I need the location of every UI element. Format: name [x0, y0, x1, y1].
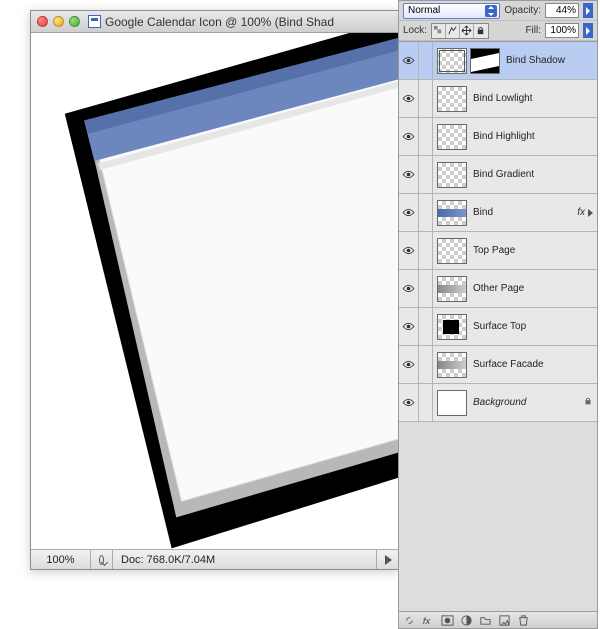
window-titlebar[interactable]: Google Calendar Icon @ 100% (Bind Shad: [31, 11, 399, 33]
layer-name[interactable]: Bind Highlight: [473, 131, 593, 142]
lock-position-icon[interactable]: [460, 24, 474, 38]
status-bar: 100% Doc: 768.0K/7.04M: [31, 549, 399, 569]
canvas[interactable]: [31, 33, 399, 549]
layer-name[interactable]: Bind Shadow: [506, 55, 593, 66]
layer-name[interactable]: Surface Top: [473, 321, 593, 332]
layer-style-icon[interactable]: fx: [422, 614, 435, 627]
doc-size[interactable]: Doc: 768.0K/7.04M: [113, 550, 377, 569]
link-column[interactable]: [419, 346, 433, 383]
lock-row: Lock: Fill: 100%: [399, 21, 597, 41]
zoom-level[interactable]: 100%: [31, 550, 91, 569]
adjustment-layer-icon[interactable]: [460, 614, 473, 627]
lock-icon: [583, 396, 593, 409]
link-column[interactable]: [419, 156, 433, 193]
traffic-lights: [37, 16, 80, 27]
visibility-toggle[interactable]: [399, 194, 419, 231]
svg-text:fx: fx: [423, 616, 431, 626]
layer-name[interactable]: Background: [473, 397, 583, 408]
layer-thumb[interactable]: [437, 314, 467, 340]
layer-thumb[interactable]: [437, 48, 467, 74]
window-title: Google Calendar Icon @ 100% (Bind Shad: [105, 15, 334, 29]
layer-row[interactable]: Bind Lowlight: [399, 80, 597, 118]
new-layer-icon[interactable]: [498, 614, 511, 627]
visibility-toggle[interactable]: [399, 42, 419, 79]
lock-button-group: [431, 23, 489, 39]
link-column[interactable]: [419, 232, 433, 269]
visibility-toggle[interactable]: [399, 270, 419, 307]
dropdown-arrows-icon: [485, 5, 497, 17]
link-column[interactable]: [419, 194, 433, 231]
layer-name[interactable]: Top Page: [473, 245, 593, 256]
group-icon[interactable]: [479, 614, 492, 627]
blend-row: Normal Opacity: 44%: [399, 1, 597, 21]
document-window: Google Calendar Icon @ 100% (Bind Shad 1…: [30, 10, 400, 570]
opacity-label: Opacity:: [504, 5, 541, 16]
layer-row[interactable]: Surface Top: [399, 308, 597, 346]
opacity-input[interactable]: 44%: [545, 3, 579, 18]
layers-panel-footer: fx: [399, 611, 597, 628]
layer-row[interactable]: Bind Shadow: [399, 42, 597, 80]
layer-mask-thumb[interactable]: [470, 48, 500, 74]
lock-pixels-icon[interactable]: [446, 24, 460, 38]
lock-all-icon[interactable]: [474, 24, 488, 38]
layers-list[interactable]: Bind Shadow Bind Lowlight Bind Highlight Bi…: [399, 41, 597, 611]
link-column[interactable]: [419, 80, 433, 117]
visibility-toggle[interactable]: [399, 80, 419, 117]
layer-name[interactable]: Bind Gradient: [473, 169, 593, 180]
layer-thumb[interactable]: [437, 86, 467, 112]
layer-thumb[interactable]: [437, 276, 467, 302]
layers-panel: Normal Opacity: 44% Lock: Fill: 100% Bin…: [398, 0, 598, 629]
lock-label: Lock:: [403, 25, 427, 36]
layer-thumb[interactable]: [437, 162, 467, 188]
layer-row[interactable]: Bindfx: [399, 194, 597, 232]
close-icon[interactable]: [37, 16, 48, 27]
visibility-toggle[interactable]: [399, 156, 419, 193]
chevron-right-icon[interactable]: [588, 209, 593, 217]
opacity-flyout-icon[interactable]: [583, 3, 593, 18]
lock-transparency-icon[interactable]: [432, 24, 446, 38]
layer-name[interactable]: Bind Lowlight: [473, 93, 593, 104]
visibility-toggle[interactable]: [399, 308, 419, 345]
layer-thumb[interactable]: [437, 124, 467, 150]
layer-row[interactable]: Background: [399, 384, 597, 422]
zoom-icon[interactable]: [69, 16, 80, 27]
layer-thumb[interactable]: [437, 390, 467, 416]
fill-input[interactable]: 100%: [545, 23, 579, 38]
link-layers-icon[interactable]: [403, 614, 416, 627]
preview-icon[interactable]: [91, 550, 113, 569]
fill-flyout-icon[interactable]: [583, 23, 593, 38]
layer-row[interactable]: Bind Highlight: [399, 118, 597, 156]
layer-name[interactable]: Bind: [473, 207, 577, 218]
minimize-icon[interactable]: [53, 16, 64, 27]
visibility-toggle[interactable]: [399, 232, 419, 269]
layer-row[interactable]: Top Page: [399, 232, 597, 270]
link-column[interactable]: [419, 384, 433, 421]
link-column[interactable]: [419, 308, 433, 345]
link-column[interactable]: [419, 118, 433, 155]
layer-name[interactable]: Surface Facade: [473, 359, 593, 370]
blend-mode-value: Normal: [408, 5, 440, 16]
layer-mask-icon[interactable]: [441, 614, 454, 627]
layer-thumb[interactable]: [437, 200, 467, 226]
layer-thumb[interactable]: [437, 238, 467, 264]
visibility-toggle[interactable]: [399, 346, 419, 383]
fx-indicator[interactable]: fx: [577, 207, 585, 218]
status-menu-icon[interactable]: [377, 550, 399, 569]
layer-name[interactable]: Other Page: [473, 283, 593, 294]
layer-thumb[interactable]: [437, 352, 467, 378]
document-icon: [88, 15, 101, 28]
link-column[interactable]: [419, 42, 433, 79]
layer-row[interactable]: Bind Gradient: [399, 156, 597, 194]
visibility-toggle[interactable]: [399, 384, 419, 421]
delete-layer-icon[interactable]: [517, 614, 530, 627]
layer-row[interactable]: Surface Facade: [399, 346, 597, 384]
blend-mode-dropdown[interactable]: Normal: [403, 3, 500, 19]
visibility-toggle[interactable]: [399, 118, 419, 155]
fill-label: Fill:: [525, 25, 541, 36]
link-column[interactable]: [419, 270, 433, 307]
layer-row[interactable]: Other Page: [399, 270, 597, 308]
